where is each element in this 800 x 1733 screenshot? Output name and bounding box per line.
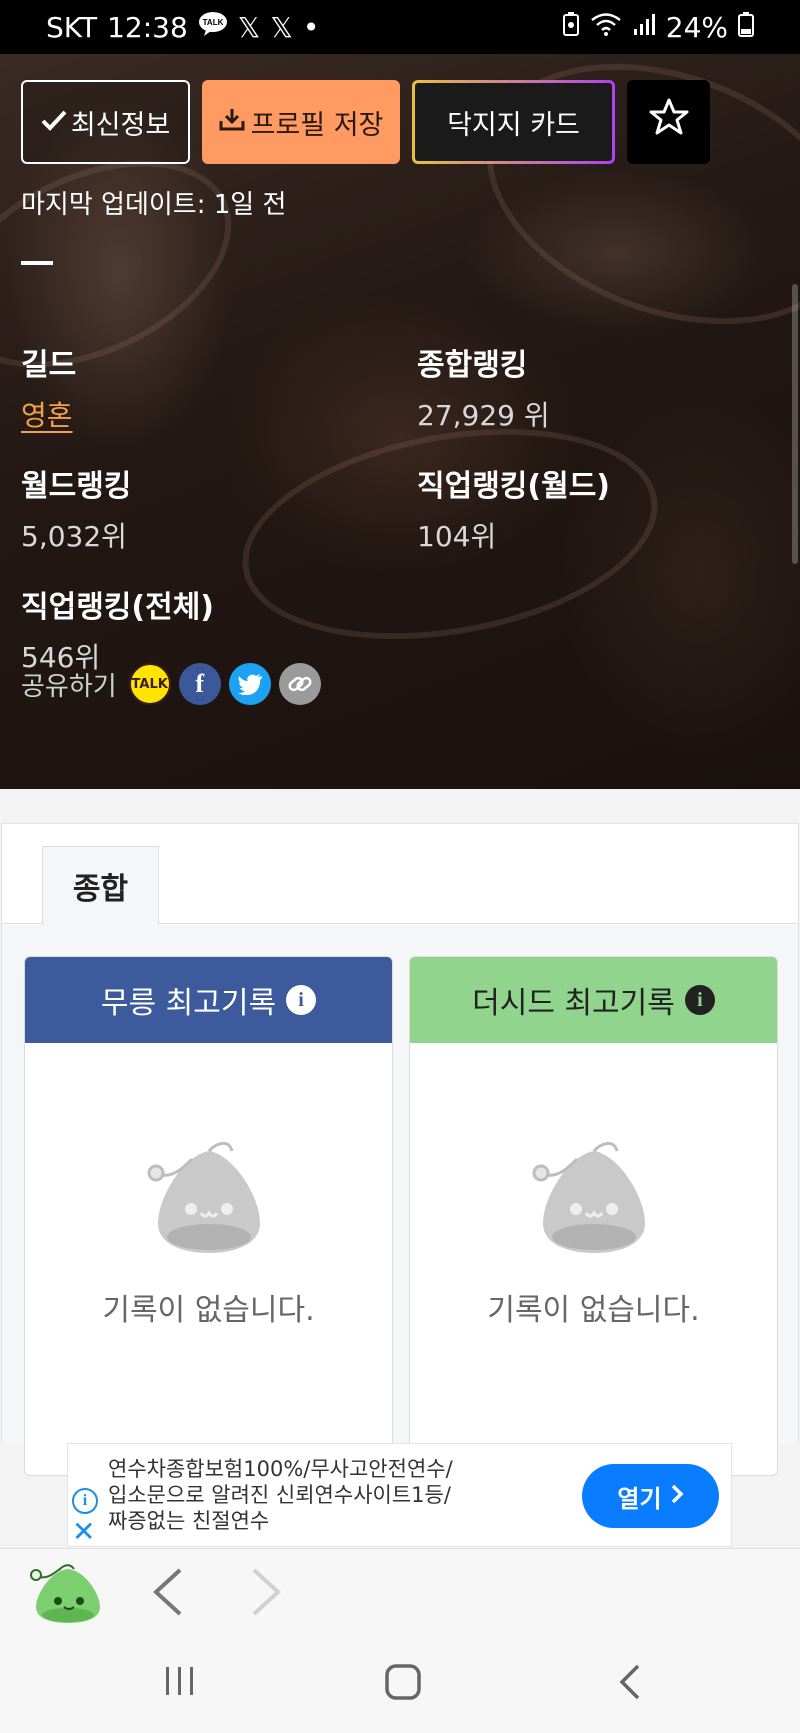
empty-state: 기록이 없습니다. — [410, 1137, 777, 1329]
browser-toolbar — [0, 1548, 800, 1633]
signal-icon — [632, 11, 656, 44]
ad-text-line: 짜증없는 친절연수 — [108, 1509, 270, 1533]
stat-value: 5,032위 — [21, 520, 127, 553]
last-updated: 마지막 업데이트: 1일 전 — [21, 190, 287, 220]
kakaotalk-share-icon[interactable]: TALK — [128, 663, 171, 705]
chevron-right-icon — [670, 1482, 684, 1510]
stat-label: 월드랭킹 — [21, 469, 132, 504]
theseed-record-card: 더시드 최고기록 i 기록이 없습니다. — [409, 956, 778, 1476]
stat-world-rank: 월드랭킹 5,032위 — [21, 461, 131, 555]
slime-placeholder-icon — [144, 1137, 274, 1261]
ad-open-button[interactable]: 열기 — [582, 1464, 719, 1528]
empty-message: 기록이 없습니다. — [487, 1293, 700, 1328]
dakjiji-card-label: 닥지지 카드 — [447, 109, 580, 141]
x-notification-icon: 𝕏 — [237, 10, 261, 44]
stat-label: 종합랭킹 — [417, 348, 528, 383]
info-icon[interactable]: i — [286, 985, 317, 1015]
kakaotalk-notification-icon: TALK — [198, 11, 228, 44]
more-notifications-dot: • — [302, 10, 320, 44]
stat-value: 27,929 위 — [417, 399, 550, 432]
ad-close-icon[interactable]: ✕ — [72, 1518, 95, 1546]
profile-header: 최신정보 프로필 저장 닥지지 카드 마지막 업데이트: 1일 전 길드 영혼 … — [0, 54, 800, 789]
refresh-button-label: 최신정보 — [70, 109, 171, 141]
theseed-record-header: 더시드 최고기록 i — [410, 957, 777, 1043]
ad-open-label: 열기 — [617, 1484, 662, 1513]
battery-icon — [738, 11, 754, 44]
share-label: 공유하기 — [21, 671, 117, 702]
dakjiji-card-button[interactable]: 닥지지 카드 — [412, 80, 615, 164]
stat-job-rank-world: 직업랭킹(월드) 104위 — [417, 461, 610, 555]
recent-apps-icon[interactable] — [162, 1663, 198, 1703]
page-scrollbar[interactable] — [792, 284, 798, 564]
ad-text[interactable]: 연수차종합보험100%/무사고안전연수/ 입소문으로 알려진 신뢰연수사이트1등… — [108, 1456, 508, 1534]
battery-percent: 24% — [665, 10, 728, 44]
battery-saver-icon — [562, 11, 580, 44]
slime-placeholder-icon — [529, 1137, 659, 1261]
tab-overall[interactable]: 종합 — [42, 846, 159, 925]
save-profile-button[interactable]: 프로필 저장 — [202, 80, 400, 164]
empty-message: 기록이 없습니다. — [102, 1293, 315, 1328]
save-profile-label: 프로필 저장 — [250, 109, 384, 141]
theseed-record-title: 더시드 최고기록 — [472, 986, 675, 1021]
home-icon[interactable] — [384, 1663, 422, 1705]
guild-link[interactable]: 영혼 — [21, 394, 76, 434]
stat-guild: 길드 영혼 — [21, 340, 76, 434]
stat-overall-rank: 종합랭킹 27,929 위 — [417, 340, 550, 434]
browser-back-icon[interactable] — [150, 1567, 184, 1621]
refresh-button[interactable]: 최신정보 — [21, 80, 190, 164]
download-icon — [219, 107, 245, 138]
stat-label: 직업랭킹(월드) — [417, 469, 611, 504]
site-logo-icon[interactable] — [30, 1557, 102, 1629]
status-bar: SKT 12:38 TALK 𝕏 𝕏 • 24% — [0, 0, 800, 54]
favorite-button[interactable] — [627, 80, 710, 164]
carrier-label: SKT — [46, 10, 98, 44]
clock: 12:38 — [107, 10, 188, 44]
ad-text-line: 입소문으로 알려진 신뢰연수사이트1등/ — [108, 1483, 451, 1507]
stat-label: 직업랭킹(전체) — [21, 590, 215, 625]
info-icon[interactable]: i — [684, 985, 715, 1015]
mureung-record-header: 무릉 최고기록 i — [25, 957, 392, 1043]
ad-info-icon[interactable]: i — [72, 1488, 98, 1514]
x-notification-icon: 𝕏 — [270, 10, 293, 44]
wifi-icon — [590, 11, 622, 44]
ad-text-line: 연수차종합보험100%/무사고안전연수/ — [108, 1457, 453, 1481]
browser-forward-icon[interactable] — [250, 1567, 284, 1621]
stat-value: 104위 — [417, 520, 497, 553]
check-icon — [41, 107, 67, 138]
system-back-icon[interactable] — [616, 1663, 642, 1705]
stat-job-rank-all: 직업랭킹(전체) 546위 — [21, 582, 214, 676]
share-bar: 공유하기 TALK f — [21, 663, 321, 705]
facebook-share-icon[interactable]: f — [178, 663, 221, 705]
system-navigation-bar — [0, 1633, 800, 1733]
ad-banner[interactable]: i ✕ 연수차종합보험100%/무사고안전연수/ 입소문으로 알려진 신뢰연수사… — [67, 1443, 732, 1547]
tab-bar: 종합 — [2, 824, 798, 925]
mureung-record-card: 무릉 최고기록 i 기록이 없습니다. — [24, 956, 393, 1476]
link-copy-icon[interactable] — [278, 663, 321, 705]
twitter-share-icon[interactable] — [228, 663, 271, 705]
empty-state: 기록이 없습니다. — [25, 1137, 392, 1329]
stat-label: 길드 — [21, 348, 77, 383]
section-divider — [21, 261, 53, 265]
svg-text:TALK: TALK — [202, 18, 223, 27]
records-section: 종합 무릉 최고기록 i 기록이 없습니다. 더시드 최고기록 i 기록이 없습… — [1, 823, 799, 1476]
star-icon — [649, 97, 689, 148]
mureung-record-title: 무릉 최고기록 — [100, 986, 277, 1021]
